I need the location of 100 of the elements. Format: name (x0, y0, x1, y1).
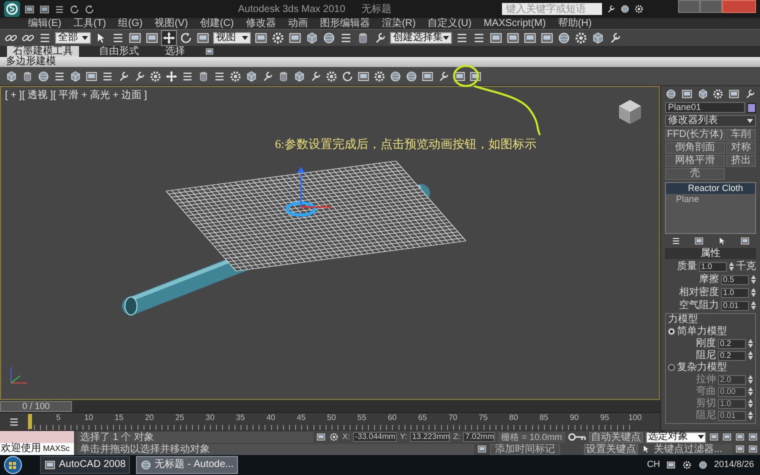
frame-icon[interactable] (489, 31, 503, 45)
app-logo-icon[interactable] (4, 1, 20, 17)
spinner-field[interactable]: 1.0 (718, 398, 746, 408)
menu-item[interactable]: 图形编辑器 (320, 18, 370, 29)
lines-icon[interactable] (38, 31, 52, 45)
frame-icon[interactable] (477, 444, 487, 454)
key-filters-button[interactable]: 关键点过滤器... (654, 444, 732, 455)
spinner-icon[interactable] (751, 301, 756, 310)
spinner-field[interactable]: 1.0 (721, 288, 749, 298)
sphere-icon[interactable] (665, 88, 677, 100)
spinner-icon[interactable] (751, 275, 756, 284)
sphere-icon[interactable] (322, 31, 336, 45)
modifier-list-dropdown[interactable]: 修改器列表 (665, 115, 756, 127)
start-button[interactable] (2, 456, 24, 474)
frame-icon[interactable] (666, 460, 676, 470)
cube-icon[interactable] (305, 31, 319, 45)
key-icon[interactable] (568, 433, 586, 442)
set-key-button[interactable]: 设置关键点 (584, 444, 638, 455)
cube-icon[interactable] (5, 70, 18, 82)
menu-item[interactable]: 动画 (288, 18, 308, 29)
frame-icon[interactable] (357, 70, 370, 82)
gear-icon[interactable] (634, 4, 644, 14)
cube-icon[interactable] (245, 70, 258, 82)
ribbon-tab[interactable]: 自由形式 (93, 46, 145, 57)
add-time-tag-button[interactable]: 添加时间标记 (490, 444, 560, 455)
lines-icon[interactable] (54, 4, 65, 14)
dropdown[interactable]: 视图 (213, 32, 251, 44)
lines-icon[interactable] (101, 70, 114, 82)
lines-icon[interactable] (111, 31, 125, 45)
sphere-icon[interactable] (389, 70, 402, 82)
gear-icon[interactable] (229, 70, 242, 82)
spinner-field[interactable]: 2.0 (718, 374, 746, 384)
frame-icon[interactable] (316, 432, 326, 442)
frame-icon[interactable] (44, 459, 56, 471)
taskbar-button[interactable]: AutoCAD 2008 (40, 456, 130, 474)
sphere-icon[interactable] (620, 4, 630, 14)
menu-item[interactable]: 自定义(U) (428, 18, 472, 29)
frame-icon[interactable] (728, 88, 740, 100)
frame-icon[interactable] (24, 4, 35, 14)
name-field[interactable]: Plane01 (665, 102, 745, 113)
viewport-label[interactable]: [ + ][ 透视 ][ 平滑 + 高光 + 边面 ] (5, 88, 147, 103)
gear-icon[interactable] (574, 31, 588, 45)
modifier-button[interactable]: FFD(长方体) (665, 129, 725, 141)
gear-icon[interactable] (712, 88, 724, 100)
spinner-icon[interactable] (748, 351, 753, 360)
wrench-icon[interactable] (309, 70, 322, 82)
menu-item[interactable]: 创建(C) (200, 18, 234, 29)
frame-icon[interactable] (196, 31, 210, 45)
menu-item[interactable]: 修改器 (246, 18, 276, 29)
rotate-icon[interactable] (179, 31, 193, 45)
color-swatch[interactable] (747, 102, 756, 112)
modifier-stack[interactable]: Reactor Cloth Plane (665, 182, 756, 234)
sphere-icon[interactable] (698, 460, 708, 470)
wrench-icon[interactable] (117, 70, 130, 82)
cube-icon[interactable] (591, 31, 605, 45)
script-listener-field[interactable]: 欢迎使用 MAXSc (0, 443, 74, 455)
frame-icon[interactable] (735, 444, 745, 454)
menu-item[interactable]: 编辑(E) (28, 18, 62, 29)
cylinder-icon[interactable] (21, 70, 34, 82)
lines-icon[interactable] (213, 70, 226, 82)
lines-icon[interactable] (53, 70, 66, 82)
frame-icon[interactable] (421, 70, 434, 82)
frame-icon[interactable] (523, 31, 537, 45)
wrench-icon[interactable] (606, 4, 616, 14)
spinner-field[interactable]: 0.5 (721, 274, 749, 284)
modifier-button[interactable]: 壳 (665, 168, 725, 180)
frame-icon[interactable] (254, 31, 268, 45)
language-indicator[interactable]: CH (646, 458, 660, 472)
spinner-icon[interactable] (748, 399, 753, 408)
frame-icon[interactable] (748, 432, 758, 442)
cursor-icon[interactable] (94, 31, 108, 45)
frame-icon[interactable] (506, 31, 520, 45)
cube-icon[interactable] (696, 88, 709, 100)
ribbon-tab[interactable]: 选择 (159, 46, 191, 57)
frame-icon[interactable] (145, 31, 159, 45)
frame-icon[interactable] (128, 31, 142, 45)
gear-icon[interactable] (682, 460, 692, 470)
rotate-icon[interactable] (341, 70, 354, 82)
cube-icon[interactable] (69, 70, 82, 82)
frame-icon[interactable] (205, 47, 214, 56)
frame-icon[interactable] (748, 444, 758, 454)
lines-icon[interactable] (455, 31, 469, 45)
modifier-button[interactable]: 对称 (726, 142, 756, 154)
lines-icon[interactable] (339, 31, 353, 45)
frame-icon[interactable] (39, 4, 50, 14)
radio-button[interactable] (668, 364, 675, 371)
cube-icon[interactable] (293, 70, 306, 82)
spinner-icon[interactable] (748, 411, 753, 420)
move-icon[interactable] (162, 31, 176, 45)
lines-icon[interactable] (8, 416, 20, 428)
menu-item[interactable]: MAXScript(M) (484, 18, 546, 29)
time-slider-track[interactable]: 0 / 100 (0, 400, 660, 413)
lines-icon[interactable] (671, 236, 682, 246)
sphere-icon[interactable] (37, 70, 50, 82)
lines-icon[interactable] (472, 31, 486, 45)
cursor-icon[interactable] (716, 236, 727, 246)
spinner-field[interactable]: 1.0 (699, 262, 727, 272)
spinner-icon[interactable] (748, 387, 753, 396)
cylinder-icon[interactable] (197, 70, 210, 82)
wrench-icon[interactable] (373, 31, 387, 45)
